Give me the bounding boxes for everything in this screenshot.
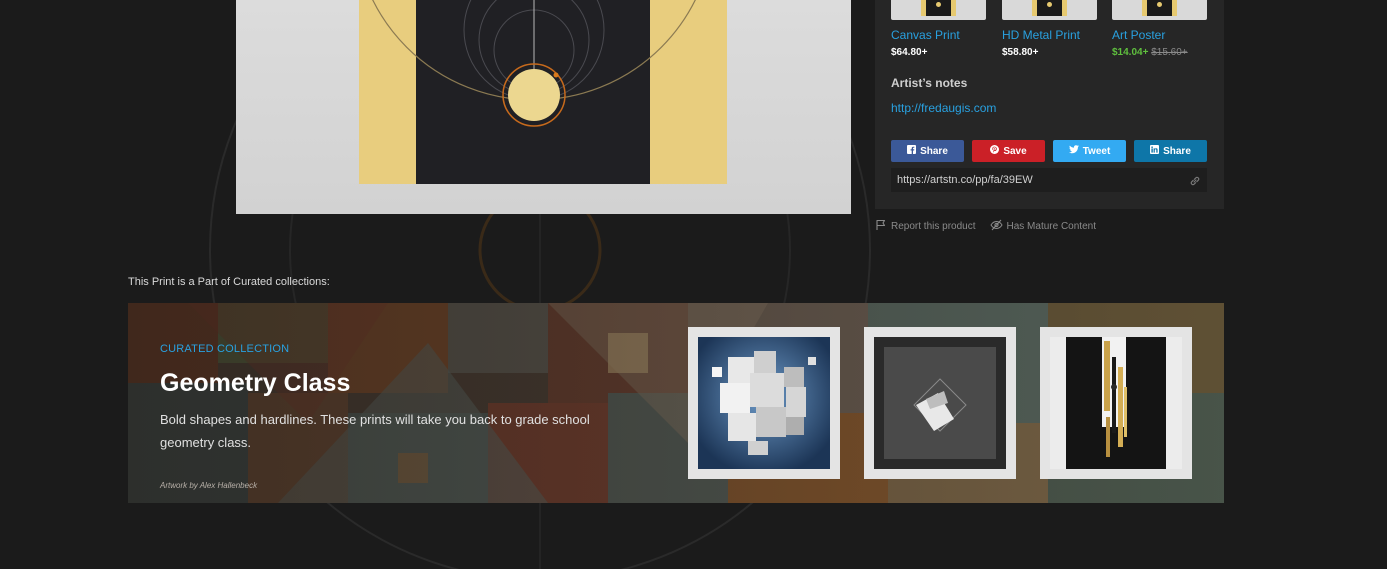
share-url-field[interactable]: https://artstn.co/pp/fa/39EW: [891, 168, 1207, 192]
variant-name[interactable]: HD Metal Print: [1002, 28, 1097, 42]
variant-thumbnail[interactable]: [891, 0, 986, 20]
artwork-credit: Artwork by Alex Hallenbeck: [160, 481, 258, 490]
collections-label: This Print is a Part of Curated collecti…: [128, 276, 330, 288]
collection-description: Bold shapes and hardlines. These prints …: [160, 412, 590, 450]
variant-thumbnail[interactable]: [1002, 0, 1097, 20]
product-panel: Canvas Print $64.80+ HD Metal Print $58.…: [875, 0, 1224, 209]
mature-content-link[interactable]: Has Mature Content: [989, 219, 1097, 234]
mature-content-label[interactable]: Has Mature Content: [1007, 221, 1097, 232]
collection-thumbnail[interactable]: [1040, 327, 1192, 479]
facebook-share-button[interactable]: Share: [891, 140, 964, 162]
report-product-link[interactable]: Report this product: [875, 219, 976, 234]
share-button-label: Save: [1003, 145, 1027, 157]
variant-price: $58.80+: [1002, 47, 1039, 58]
linkedin-icon: [1150, 145, 1160, 157]
collection-thumbnail[interactable]: [688, 327, 840, 479]
artist-website-link[interactable]: http://fredaugis.com: [891, 101, 996, 115]
variant-hd-metal-print[interactable]: HD Metal Print $58.80+: [1002, 0, 1097, 58]
variant-name[interactable]: Canvas Print: [891, 28, 986, 42]
sale-price: $14.04+: [1112, 47, 1149, 58]
original-price: $15.60+: [1151, 47, 1188, 58]
eye-slash-icon: [989, 219, 1003, 234]
pinterest-save-button[interactable]: Save: [972, 140, 1045, 162]
collection-title[interactable]: Geometry Class: [160, 369, 350, 398]
facebook-icon: [907, 145, 917, 157]
share-button-label: Tweet: [1082, 145, 1111, 157]
linkedin-share-button[interactable]: Share: [1134, 140, 1207, 162]
twitter-tweet-button[interactable]: Tweet: [1053, 140, 1126, 162]
share-button-label: Share: [1163, 145, 1191, 157]
variant-canvas-print[interactable]: Canvas Print $64.80+: [891, 0, 986, 58]
variant-name[interactable]: Art Poster: [1112, 28, 1207, 42]
variant-price: $64.80+: [891, 47, 928, 58]
variant-price: $14.04+ $15.60+: [1112, 47, 1207, 58]
collection-thumbnail[interactable]: [864, 327, 1016, 479]
share-button-label: Share: [920, 145, 948, 157]
flag-icon: [875, 219, 887, 234]
curated-collection-banner[interactable]: CURATED COLLECTION Geometry Class Bold s…: [128, 303, 1224, 503]
share-url[interactable]: https://artstn.co/pp/fa/39EW: [897, 174, 1033, 186]
pinterest-icon: [990, 145, 1000, 157]
report-product-label[interactable]: Report this product: [891, 221, 976, 232]
twitter-icon: [1068, 145, 1079, 157]
share-buttons: Share Save Tweet Share: [891, 140, 1207, 162]
link-icon[interactable]: [1189, 174, 1201, 186]
variant-art-poster[interactable]: Art Poster $14.04+ $15.60+: [1112, 0, 1207, 58]
artist-notes-heading: Artist’s notes: [891, 76, 968, 90]
artwork-image[interactable]: [236, 0, 851, 214]
product-meta-links: Report this product Has Mature Content: [875, 219, 1096, 234]
curated-kicker: CURATED COLLECTION: [160, 343, 290, 355]
variant-thumbnail[interactable]: [1112, 0, 1207, 20]
